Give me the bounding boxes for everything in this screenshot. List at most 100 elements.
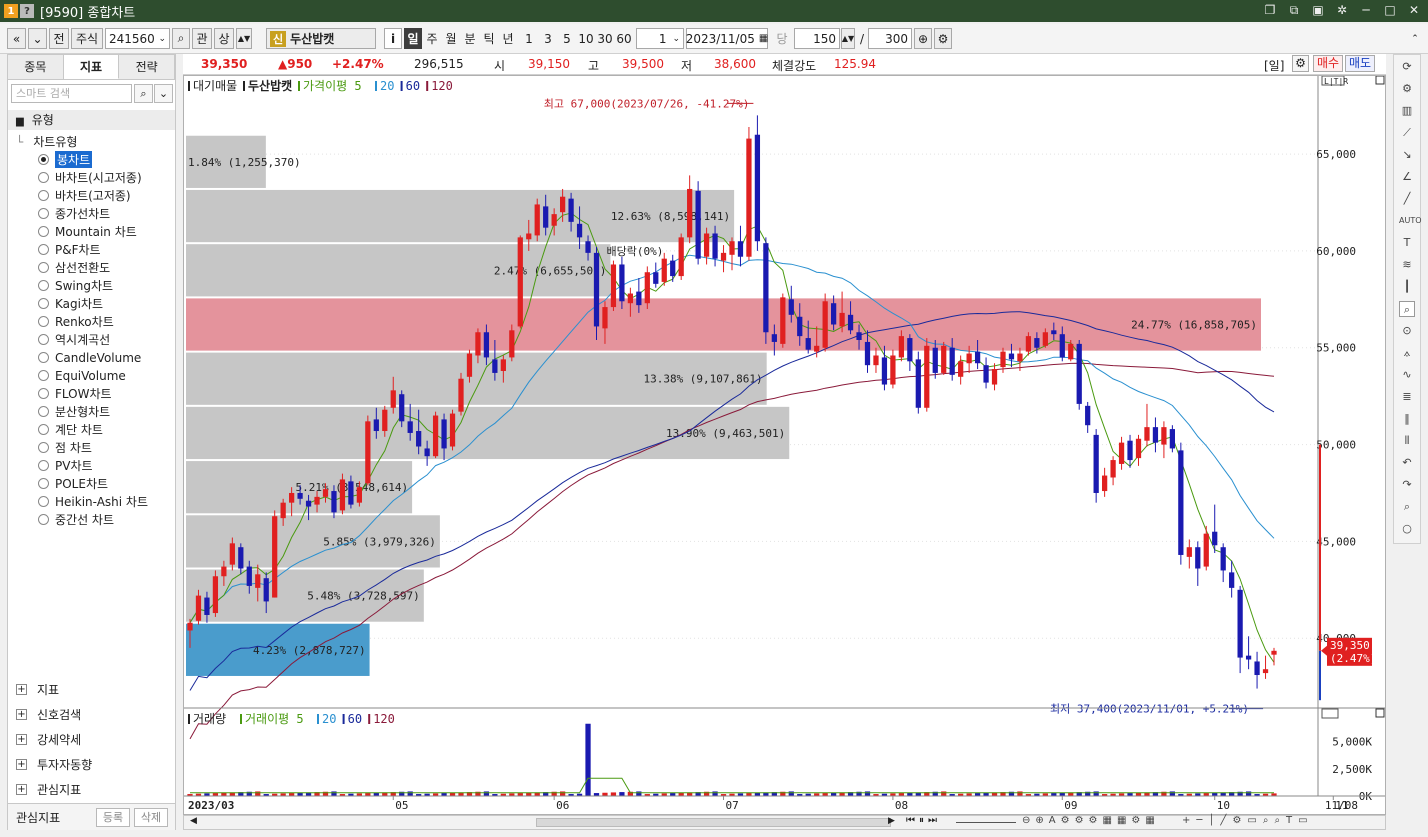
radio-icon[interactable] <box>38 460 49 471</box>
collapse-icon[interactable]: ⌃ <box>1408 28 1422 49</box>
chart-type-option[interactable]: P&F차트 <box>38 241 101 258</box>
radio-icon[interactable] <box>38 442 49 453</box>
expand-plus-icon[interactable]: + <box>16 734 27 745</box>
pattern-icon[interactable]: ⟑ <box>1399 345 1415 361</box>
interval-button[interactable]: 1 <box>520 28 538 49</box>
tab-indicators[interactable]: 지표 <box>63 55 120 79</box>
chart-type-option[interactable]: CandleVolume <box>38 349 141 366</box>
chevron-down-icon[interactable]: ⌄ <box>28 28 47 49</box>
chart-type-option[interactable]: 봉차트 <box>38 151 93 168</box>
redo-icon[interactable]: ↷ <box>1399 477 1415 493</box>
group-2[interactable]: + 강세약세 <box>16 731 81 748</box>
expand-plus-icon[interactable]: + <box>16 709 27 720</box>
chart-type-option[interactable]: Swing차트 <box>38 277 113 294</box>
period-button[interactable]: 분 <box>461 28 479 49</box>
radio-icon[interactable] <box>38 172 49 183</box>
chart-type-option[interactable]: Renko차트 <box>38 313 114 330</box>
chart-type-option[interactable]: 계단 차트 <box>38 421 103 438</box>
auto-trend-icon[interactable]: AUTO <box>1399 213 1422 229</box>
new-window-icon[interactable]: ❐ <box>1262 2 1278 18</box>
trendline-icon[interactable]: ⟋ <box>1399 125 1415 141</box>
dropdown-icon[interactable]: ⌄ <box>158 34 166 44</box>
zoom-slider[interactable] <box>956 822 1016 823</box>
radio-icon[interactable] <box>38 496 49 507</box>
search-icon[interactable]: ⌕ <box>134 84 153 103</box>
period-button[interactable]: 월 <box>442 28 460 49</box>
radio-icon[interactable] <box>38 388 49 399</box>
group-3[interactable]: + 투자자동향 <box>16 756 92 773</box>
radio-icon[interactable] <box>38 226 49 237</box>
expand-plus-icon[interactable]: + <box>16 784 27 795</box>
radio-icon[interactable] <box>38 352 49 363</box>
register-button[interactable]: 등록 <box>96 808 130 827</box>
stock-name-field[interactable]: 신 두산밥캣 <box>266 28 376 49</box>
chart-type-option[interactable]: 분산형차트 <box>38 403 110 420</box>
ray-icon[interactable]: ↘ <box>1399 147 1415 163</box>
vertical-lines-icon[interactable]: ⦀ <box>1399 433 1415 449</box>
radio-icon[interactable] <box>38 370 49 381</box>
chart-type-option[interactable]: 역시계곡선 <box>38 331 110 348</box>
period-button[interactable]: 일 <box>404 28 422 49</box>
radio-icon[interactable] <box>38 478 49 489</box>
link-icon[interactable]: ⧉ <box>1286 2 1302 18</box>
radio-icon[interactable] <box>38 514 49 525</box>
radio-icon[interactable] <box>38 424 49 435</box>
jeon-button[interactable]: 전 <box>49 28 69 49</box>
radio-icon[interactable] <box>38 244 49 255</box>
info-button[interactable]: i <box>384 28 402 49</box>
chart-area[interactable]: 1.84% (1,255,370) 12.63% (8,598,141) 2.47%… <box>183 75 1386 815</box>
copy-icon[interactable]: ▣ <box>1310 2 1326 18</box>
section-type[interactable]: ▆ 유형 <box>8 110 175 130</box>
maximize-icon[interactable]: □ <box>1382 2 1398 18</box>
scroll-thumb[interactable] <box>536 818 891 827</box>
radio-icon[interactable] <box>38 316 49 327</box>
magnifier-icon[interactable]: ⌕ <box>1399 499 1415 515</box>
radio-icon[interactable] <box>38 280 49 291</box>
radio-icon[interactable] <box>38 154 49 165</box>
unit-select[interactable]: 1 ⌄ <box>636 28 684 49</box>
interval-button[interactable]: 5 <box>558 28 576 49</box>
date-input[interactable]: 2023/11/05 ▦ <box>686 28 768 49</box>
close-icon[interactable]: ✕ <box>1406 2 1422 18</box>
chart-type-option[interactable]: POLE차트 <box>38 475 108 492</box>
wave-icon[interactable]: ∿ <box>1399 367 1415 383</box>
gwan-button[interactable]: 관 <box>192 28 212 49</box>
market-button[interactable]: 주식 <box>71 28 103 49</box>
radio-icon[interactable] <box>38 190 49 201</box>
delete-button[interactable]: 삭제 <box>134 808 168 827</box>
chart-type-option[interactable]: 종가선차트 <box>38 205 110 222</box>
search-icon[interactable]: ⌕ <box>172 28 190 49</box>
tab-strategy[interactable]: 전략 <box>119 55 176 79</box>
bar-chart-icon[interactable]: ▥ <box>1399 103 1415 119</box>
chart-type-option[interactable]: PV차트 <box>38 457 93 474</box>
scroll-right-icon[interactable]: ▶ <box>888 816 895 826</box>
text-tool-icon[interactable]: T <box>1399 235 1415 251</box>
sell-button[interactable]: 매도 <box>1345 55 1375 72</box>
gear-icon[interactable]: ⚙ <box>1399 81 1415 97</box>
radio-icon[interactable] <box>38 298 49 309</box>
fibonacci-icon[interactable]: ≋ <box>1399 257 1415 273</box>
price-chart-svg[interactable]: 1.84% (1,255,370) 12.63% (8,598,141) 2.47%… <box>184 76 1385 814</box>
smart-search-input[interactable]: 스마트 검색 <box>11 84 132 103</box>
chart-type-option[interactable]: 점 차트 <box>38 439 92 456</box>
tab-stocks[interactable]: 종목 <box>8 55 64 79</box>
grid-icon[interactable]: ‖ <box>1399 411 1415 427</box>
chart-type-option[interactable]: 삼선전환도 <box>38 259 110 276</box>
count-input[interactable]: 150 <box>794 28 840 49</box>
help-icon[interactable]: ? <box>20 4 34 18</box>
chart-type-option[interactable]: Kagi차트 <box>38 295 103 312</box>
chart-scrollbar[interactable]: ◀ ▶ ⏮⏸⏭ ⊖⊕A⚙⚙⚙▦▦⚙▦ +─│╱⚙▭⌕⌕T▭ <box>183 815 1386 830</box>
radio-icon[interactable] <box>38 262 49 273</box>
period-button[interactable]: 틱 <box>480 28 498 49</box>
group-4[interactable]: + 관심지표 <box>16 781 81 798</box>
radio-icon[interactable] <box>38 334 49 345</box>
zoom-tool-icon-2[interactable]: ⊙ <box>1399 323 1415 339</box>
expand-plus-icon[interactable]: + <box>16 684 27 695</box>
count-spinner-icon[interactable]: ▲▼ <box>841 28 855 49</box>
radio-icon[interactable] <box>38 406 49 417</box>
candle-icon[interactable]: ┃ <box>1399 279 1415 295</box>
buy-button[interactable]: 매수 <box>1313 55 1343 72</box>
zoom-tool-icon[interactable]: ⌕ <box>1399 301 1415 317</box>
prev-stock-button[interactable]: « <box>7 28 26 49</box>
chart-settings-icon[interactable]: ⚙ <box>1292 55 1309 72</box>
